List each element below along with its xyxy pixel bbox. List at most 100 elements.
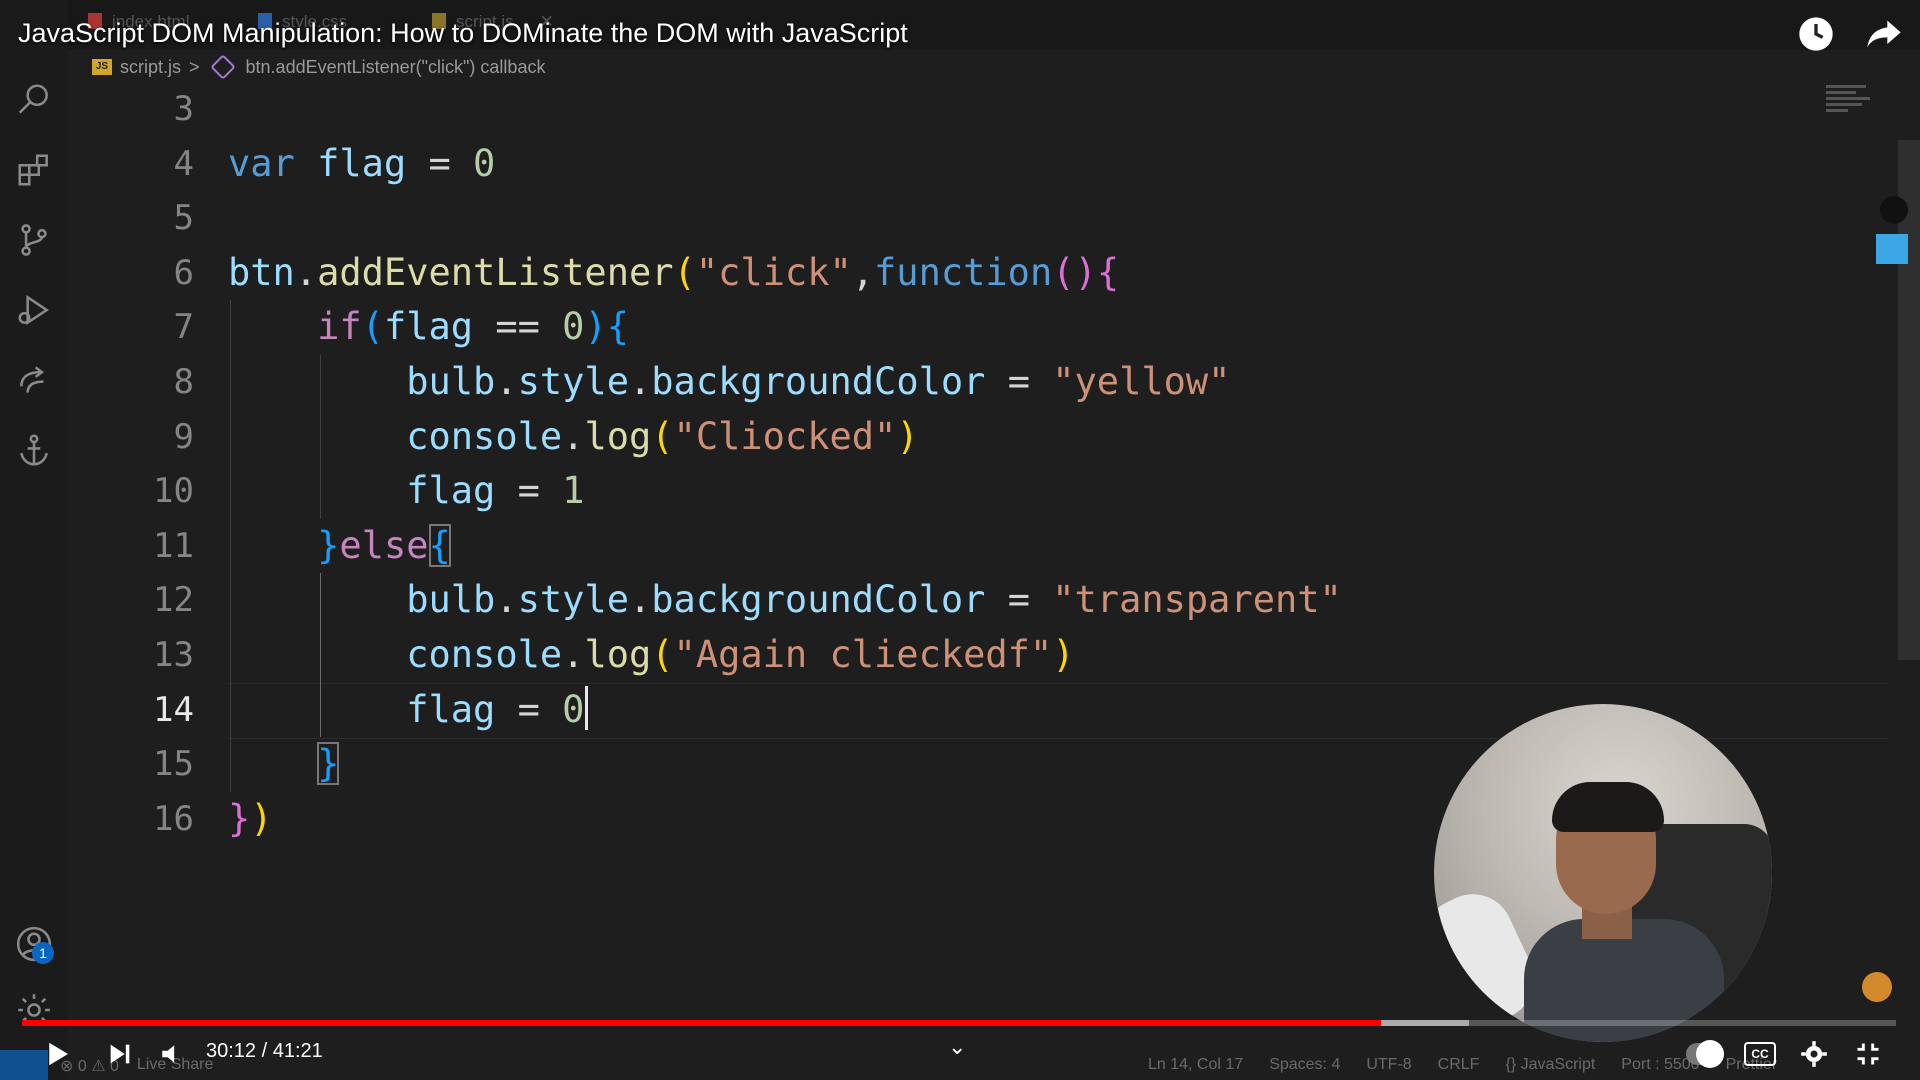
code-text[interactable]: console.log("Cliocked") xyxy=(228,410,919,464)
code-token: . xyxy=(495,360,518,403)
code-token: { xyxy=(428,523,451,567)
settings-icon[interactable] xyxy=(1796,1036,1832,1072)
share-icon[interactable] xyxy=(1864,14,1904,54)
extension-status-icon[interactable] xyxy=(1876,234,1908,264)
presenter-hair xyxy=(1552,782,1664,832)
mascot-icon xyxy=(1862,972,1892,1002)
code-text[interactable]: flag = 1 xyxy=(228,464,584,518)
code-token: bulb xyxy=(406,578,496,622)
line-number: 11 xyxy=(153,525,194,566)
code-text[interactable]: bulb.style.backgroundColor = "yellow" xyxy=(228,355,1230,409)
chevron-down-icon[interactable]: ⌄ xyxy=(948,1034,966,1060)
run-debug-icon[interactable] xyxy=(14,290,54,330)
next-icon[interactable] xyxy=(102,1036,138,1072)
code-text[interactable]: btn.addEventListener("click",function(){ xyxy=(228,246,1119,300)
code-token: ( xyxy=(673,250,696,294)
video-title[interactable]: JavaScript DOM Manipulation: How to DOMi… xyxy=(18,18,908,49)
code-token: "Again clieckedf" xyxy=(673,633,1053,676)
live-share-icon[interactable] xyxy=(14,360,54,400)
indent-guide xyxy=(320,355,321,519)
code-line[interactable]: 10 flag = 1 xyxy=(68,464,1838,518)
webcam-overlay xyxy=(1434,704,1772,1042)
player-controls: 30:12 / 41:21 ⌄ CC xyxy=(0,1028,1920,1080)
code-text[interactable]: var flag = 0 xyxy=(228,137,495,191)
code-line[interactable]: 5 xyxy=(68,191,1838,245)
code-token: ( xyxy=(651,633,674,676)
lightbulb-icon[interactable] xyxy=(1880,196,1908,224)
captions-button[interactable]: CC xyxy=(1742,1036,1778,1072)
exit-fullscreen-icon[interactable] xyxy=(1850,1036,1886,1072)
code-token: if xyxy=(317,305,362,349)
code-token: 0 xyxy=(473,141,496,185)
code-token: . xyxy=(629,578,652,622)
breadcrumb: JS script.js > btn.addEventListener("cli… xyxy=(92,54,545,80)
code-text[interactable]: flag = 0 xyxy=(228,683,589,737)
line-number: 5 xyxy=(173,198,194,239)
code-text[interactable]: }) xyxy=(228,792,273,846)
code-text[interactable]: console.log("Again clieckedf") xyxy=(228,628,1074,682)
time-total: 41:21 xyxy=(272,1040,323,1062)
activity-bar: 1 xyxy=(0,0,68,1080)
watch-later-icon[interactable] xyxy=(1796,14,1836,54)
progress-played xyxy=(22,1020,1381,1026)
code-token: flag xyxy=(383,305,474,349)
time-display: 30:12 / 41:21 xyxy=(206,1040,323,1063)
code-token: , xyxy=(851,250,875,294)
code-line[interactable]: 11 }else{ xyxy=(68,519,1838,573)
extensions-icon[interactable] xyxy=(14,150,54,190)
code-token: flag xyxy=(317,141,407,185)
anchor-icon[interactable] xyxy=(14,430,54,470)
account-icon[interactable]: 1 xyxy=(14,924,54,964)
code-token: = xyxy=(406,141,474,185)
autoplay-toggle[interactable] xyxy=(1686,1036,1724,1072)
code-token: . xyxy=(629,360,652,403)
code-token: . xyxy=(294,250,318,294)
search-icon[interactable] xyxy=(14,80,54,120)
volume-icon[interactable] xyxy=(154,1036,190,1072)
code-token: = xyxy=(985,578,1053,622)
breadcrumb-symbol[interactable]: btn.addEventListener("click") callback xyxy=(246,57,546,78)
line-number: 10 xyxy=(153,471,194,512)
code-line[interactable]: 3 xyxy=(68,82,1838,136)
video-progress-bar[interactable] xyxy=(22,1020,1896,1026)
code-line[interactable]: 13 console.log("Again clieckedf") xyxy=(68,628,1838,682)
indent-guide xyxy=(230,300,231,792)
time-current: 30:12 xyxy=(206,1040,257,1062)
code-token: 0 xyxy=(562,687,585,731)
line-number: 3 xyxy=(173,89,194,129)
code-line[interactable]: 6 btn.addEventListener("click",function()… xyxy=(68,246,1838,300)
code-line[interactable]: 12 bulb.style.backgroundColor = "transpa… xyxy=(68,573,1838,627)
code-token: ) xyxy=(896,414,919,458)
code-token: "Cliocked" xyxy=(673,414,897,458)
code-line[interactable]: 9 console.log("Cliocked") xyxy=(68,410,1838,464)
time-separator: / xyxy=(256,1040,273,1062)
line-number: 12 xyxy=(153,580,194,621)
code-token: 1 xyxy=(562,469,585,513)
code-text[interactable]: bulb.style.backgroundColor = "transparen… xyxy=(228,573,1342,627)
code-token: "transparent" xyxy=(1052,578,1342,622)
code-token: . xyxy=(562,633,585,676)
video-top-actions xyxy=(1796,14,1904,54)
play-icon[interactable] xyxy=(40,1036,76,1072)
source-control-icon[interactable] xyxy=(14,220,54,260)
code-line[interactable]: 4 var flag = 0 xyxy=(68,137,1838,191)
breadcrumb-file[interactable]: script.js xyxy=(120,57,181,78)
code-token: . xyxy=(562,414,585,458)
code-token: log xyxy=(584,633,652,676)
code-line[interactable]: 8 bulb.style.backgroundColor = "yellow" xyxy=(68,355,1838,409)
code-token: backgroundColor xyxy=(651,360,986,403)
code-line[interactable]: 7 if(flag == 0){ xyxy=(68,300,1838,354)
symbol-method-icon xyxy=(209,54,236,80)
minimap[interactable] xyxy=(1826,82,1876,128)
code-text[interactable]: if(flag == 0){ xyxy=(228,300,629,354)
code-text[interactable]: } xyxy=(228,737,340,791)
code-text[interactable]: }else{ xyxy=(228,519,451,573)
code-token: ) xyxy=(250,796,273,840)
code-token: = xyxy=(985,360,1053,403)
code-token: flag xyxy=(406,469,496,513)
